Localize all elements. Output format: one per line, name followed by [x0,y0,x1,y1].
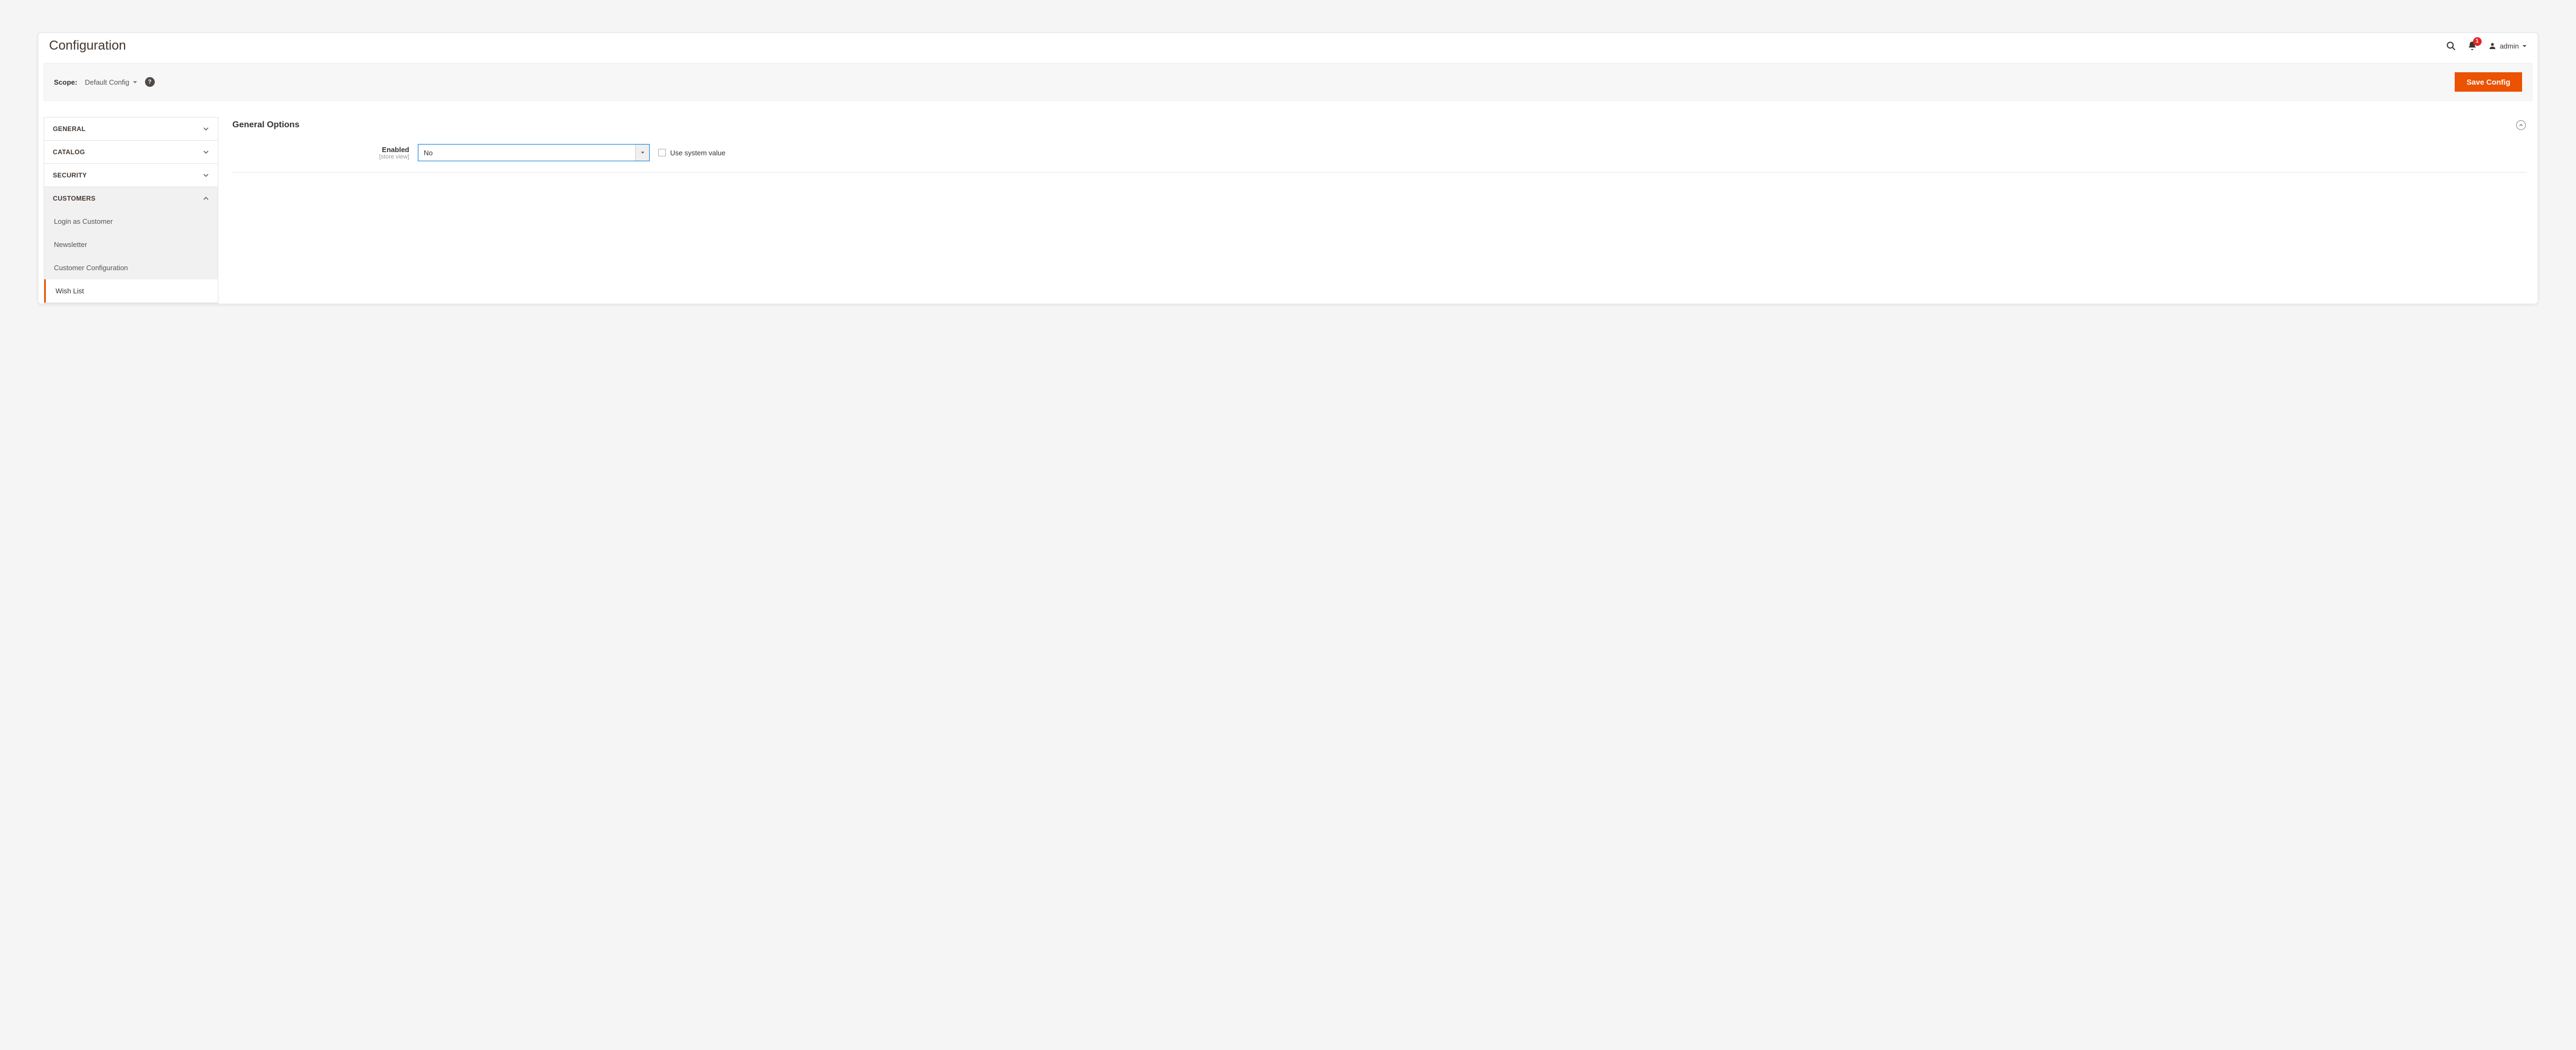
caret-down-icon [133,80,137,85]
sidebar-label: General [53,125,86,133]
top-actions: 1 admin [2446,40,2527,51]
sidebar-head-general[interactable]: General [44,118,218,140]
sidebar-head-customers[interactable]: Customers [44,187,218,210]
chevron-up-icon [2519,123,2523,127]
scope-label: Scope: [54,78,77,86]
sidebar-label: Catalog [53,148,85,156]
scope-left: Scope: Default Config ? [54,77,155,87]
chevron-up-icon [203,195,209,202]
chevron-down-icon [203,126,209,132]
section-title: General Options [232,120,299,130]
sidebar-sublist-customers: Login as Customer Newsletter Customer Co… [44,210,218,303]
chevron-down-icon [203,172,209,179]
sidebar-section-catalog: Catalog [44,141,218,164]
section-header[interactable]: General Options [231,117,2527,140]
user-name: admin [2500,42,2519,50]
topbar: Configuration 1 admin [38,33,2538,53]
enabled-select[interactable]: No [418,144,650,161]
sidebar-label: Customers [53,195,95,202]
config-panel: Configuration 1 admin [38,32,2538,304]
page-title: Configuration [49,38,126,53]
sidebar-section-general: General [44,118,218,141]
use-system-value-group: Use system value [658,149,726,157]
search-icon[interactable] [2446,40,2456,51]
field-label-col: Enabled [store view] [231,146,409,160]
chevron-down-icon [203,149,209,155]
collapse-toggle[interactable] [2516,120,2526,130]
sidebar-section-customers: Customers Login as Customer Newsletter C… [44,187,218,303]
field-scope: [store view] [231,154,409,160]
sidebar-section-security: Security [44,164,218,187]
caret-down-icon [2522,44,2527,49]
save-config-button[interactable]: Save Config [2455,72,2522,92]
sidebar-head-catalog[interactable]: Catalog [44,141,218,163]
caret-down-icon [640,150,645,155]
select-dropdown-button[interactable] [635,145,649,161]
config-sidebar: General Catalog Security Customers [44,117,218,304]
select-value: No [424,149,433,157]
sidebar-item-wish-list[interactable]: Wish List [44,279,218,303]
sidebar-item-login-as-customer[interactable]: Login as Customer [44,210,218,233]
use-system-value-checkbox[interactable] [658,149,666,156]
field-row-enabled: Enabled [store view] No Use system value [231,140,2527,173]
scope-selector[interactable]: Default Config [85,78,137,86]
user-icon [2488,42,2497,50]
sidebar-item-customer-configuration[interactable]: Customer Configuration [44,256,218,279]
sidebar-item-newsletter[interactable]: Newsletter [44,233,218,256]
sidebar-head-security[interactable]: Security [44,164,218,187]
sidebar-label: Security [53,171,87,179]
use-system-value-label: Use system value [670,149,726,157]
scope-value: Default Config [85,78,129,86]
field-input-col: No [418,144,650,161]
user-menu[interactable]: admin [2488,42,2527,50]
main-area: General Options Enabled [store view] No [231,117,2532,304]
scope-bar: Scope: Default Config ? Save Config [44,63,2532,101]
notification-badge: 1 [2473,37,2482,46]
content: General Catalog Security Customers [38,101,2538,304]
field-label: Enabled [231,146,409,154]
notifications-icon[interactable]: 1 [2467,40,2477,51]
help-icon[interactable]: ? [145,77,155,87]
